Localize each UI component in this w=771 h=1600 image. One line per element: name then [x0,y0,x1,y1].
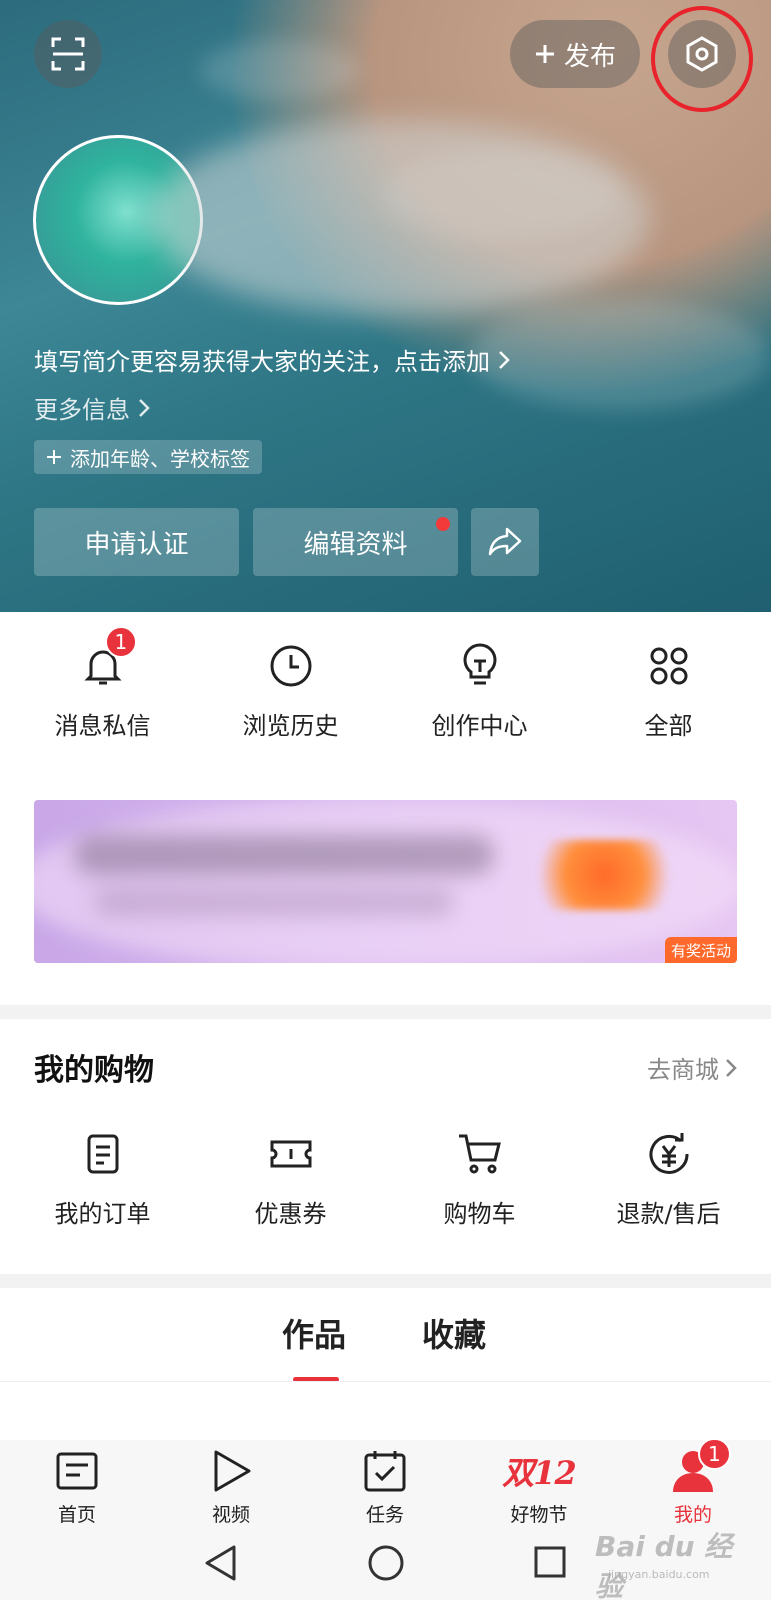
home-icon [56,1452,98,1490]
shop-item-coupons[interactable]: 优惠券 [196,1130,385,1229]
clock-icon [270,645,311,687]
scan-icon [51,37,85,71]
chevron-right-icon [139,398,150,417]
coupon-icon [270,1140,311,1168]
share-icon [488,527,522,556]
back-icon[interactable] [204,1544,238,1582]
edit-profile-button-label: 编辑资料 [303,529,408,560]
me-badge: 1 [698,1438,731,1470]
nav-item-home[interactable]: 首页 [0,1448,154,1527]
plus-icon [535,45,554,63]
tab-works[interactable]: 作品 [282,1310,346,1356]
banner-blur-button [524,840,684,910]
nav-item-tasks[interactable]: 任务 [308,1448,462,1527]
nav-item-shopping-festival[interactable]: 双12 好物节 [462,1448,616,1527]
scan-button[interactable] [34,20,102,88]
quick-item-label: 消息私信 [54,712,151,740]
edit-profile-button[interactable]: 编辑资料 [253,508,458,576]
verify-button[interactable]: 申请认证 [34,508,239,576]
blurred-username [150,120,650,315]
recents-icon[interactable] [533,1545,567,1579]
quick-item-history[interactable]: 浏览历史 [196,642,385,741]
cart-icon [458,1134,501,1174]
quick-item-creator-center[interactable]: 创作中心 [385,642,574,741]
add-tag-chip[interactable]: 添加年龄、学校标签 [34,440,262,474]
home-circle-icon[interactable] [367,1544,405,1582]
grid-icon [650,647,687,685]
header-background-foam [200,40,360,100]
message-badge: 1 [104,626,138,658]
bio-prompt[interactable]: 填写简介更容易获得大家的关注，点击添加 [34,342,510,377]
publish-label: 发布 [563,41,616,72]
section-divider [0,1274,771,1288]
shop-item-label: 退款/售后 [616,1200,721,1228]
baidu-watermark-url: jingyan.baidu.com [608,1568,710,1581]
nav-label: 视频 [211,1504,250,1526]
calendar-check-icon [364,1451,406,1492]
quick-item-label: 全部 [644,712,693,740]
plus-icon [47,450,61,464]
bottom-navigation: 首页 视频 任务 双12 好物节 1 我的 [0,1438,771,1527]
chevron-right-icon [499,350,510,369]
shopping-title: 我的购物 [34,1053,154,1088]
banner-blur [94,888,454,916]
shop-item-label: 我的订单 [54,1200,151,1228]
banner-tag: 有奖活动 [664,937,737,963]
go-to-mall-link[interactable]: 去商城 [647,1050,737,1085]
more-info-link[interactable]: 更多信息 [34,390,150,425]
nav-label: 我的 [673,1504,712,1526]
nav-label: 首页 [57,1504,96,1526]
profile-header: 发布 填写简介更容易获得大家的关注，点击添加 更多信息 添加年龄、学校标签 申请… [0,0,771,612]
go-to-mall-text: 去商城 [647,1056,719,1084]
tab-divider [0,1381,771,1382]
lightbulb-icon [463,643,496,685]
order-icon [87,1134,118,1174]
promo-banner[interactable]: 有奖活动 [34,800,737,963]
banner-blur [74,835,494,875]
chevron-right-icon [726,1058,737,1077]
shop-item-orders[interactable]: 我的订单 [8,1130,197,1229]
shop-item-refund[interactable]: 退款/售后 [574,1130,763,1229]
quick-item-all[interactable]: 全部 [574,642,763,741]
notification-dot [436,517,450,531]
more-info-text: 更多信息 [34,396,130,424]
quick-item-label: 浏览历史 [242,712,339,740]
play-icon [214,1450,251,1492]
shop-item-cart[interactable]: 购物车 [385,1130,574,1229]
refund-icon [649,1133,689,1174]
publish-button[interactable]: 发布 [510,20,640,88]
nav-label: 任务 [365,1504,404,1526]
quick-item-label: 创作中心 [431,712,528,740]
tab-favorites[interactable]: 收藏 [422,1310,486,1356]
verify-button-label: 申请认证 [84,529,189,560]
add-tag-label: 添加年龄、学校标签 [70,446,250,471]
quick-item-messages[interactable]: 1 消息私信 [8,626,197,741]
double12-logo: 双12 [502,1454,577,1492]
share-button[interactable] [471,508,539,576]
settings-highlight-circle [651,6,753,112]
quick-actions: 1 消息私信 浏览历史 创作中心 全部 [0,612,771,782]
bio-prompt-text: 填写简介更容易获得大家的关注，点击添加 [34,348,490,376]
nav-item-me[interactable]: 1 我的 [616,1438,770,1527]
nav-label: 好物节 [510,1504,568,1526]
section-divider [0,1005,771,1019]
shop-item-label: 购物车 [443,1200,516,1228]
shop-item-label: 优惠券 [254,1200,327,1228]
header-background-foam [470,300,770,410]
nav-item-video[interactable]: 视频 [154,1448,308,1527]
